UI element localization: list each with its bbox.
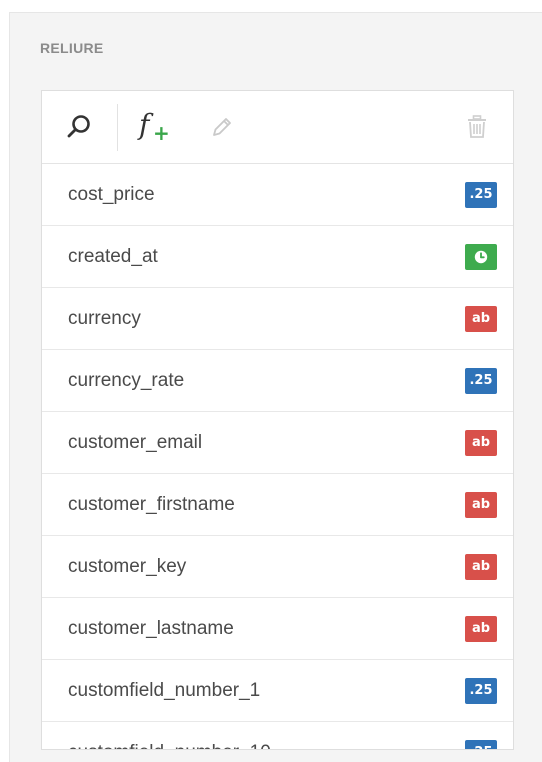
field-row-customer-email[interactable]: customer_email ab (42, 412, 513, 474)
field-row-customfield-number-1[interactable]: customfield_number_1 .25 (42, 660, 513, 722)
function-add-icon: f + (139, 108, 170, 145)
field-row-created-at[interactable]: created_at (42, 226, 513, 288)
field-name: customfield_number_10 (68, 742, 271, 750)
field-row-customer-firstname[interactable]: customer_firstname ab (42, 474, 513, 536)
text-type-badge: ab (465, 305, 497, 332)
text-type-badge: ab (465, 429, 497, 456)
field-name: customer_email (68, 431, 203, 453)
number-type-badge: .25 (465, 367, 497, 394)
number-type-badge: .25 (465, 677, 497, 704)
search-button[interactable] (62, 91, 96, 163)
field-row-currency-rate[interactable]: currency_rate .25 (42, 350, 513, 412)
field-name: cost_price (68, 183, 155, 205)
field-row-customfield-number-10[interactable]: customfield_number_10 .25 (42, 722, 513, 750)
edit-button[interactable] (207, 91, 237, 163)
add-formula-button[interactable]: f + (134, 91, 174, 163)
field-row-cost-price[interactable]: cost_price .25 (42, 164, 513, 226)
toolbar-divider (117, 104, 118, 151)
field-row-customer-lastname[interactable]: customer_lastname ab (42, 598, 513, 660)
search-icon (67, 115, 90, 138)
field-row-customer-key[interactable]: customer_key ab (42, 536, 513, 598)
clock-icon (474, 250, 488, 263)
field-name: currency (68, 307, 141, 329)
text-type-badge: ab (465, 615, 497, 642)
text-type-badge: ab (465, 491, 497, 518)
trash-icon (468, 115, 486, 138)
field-toolbar: f + (42, 91, 513, 164)
field-name: currency_rate (68, 369, 185, 391)
reliure-panel: RELIURE f + cost_price .25 created_at cu… (9, 12, 542, 762)
field-name: customfield_number_1 (68, 679, 261, 701)
field-list-box: f + cost_price .25 created_at currency a… (41, 90, 514, 750)
pencil-icon (213, 118, 231, 136)
section-title: RELIURE (40, 40, 104, 56)
field-name: customer_lastname (68, 617, 234, 639)
field-name: customer_key (68, 555, 187, 577)
field-row-currency[interactable]: currency ab (42, 288, 513, 350)
field-name: created_at (68, 245, 158, 267)
delete-button[interactable] (462, 91, 492, 163)
field-name: customer_firstname (68, 493, 235, 515)
datetime-type-badge (465, 243, 497, 270)
number-type-badge: .25 (465, 739, 497, 749)
text-type-badge: ab (465, 553, 497, 580)
number-type-badge: .25 (465, 181, 497, 208)
